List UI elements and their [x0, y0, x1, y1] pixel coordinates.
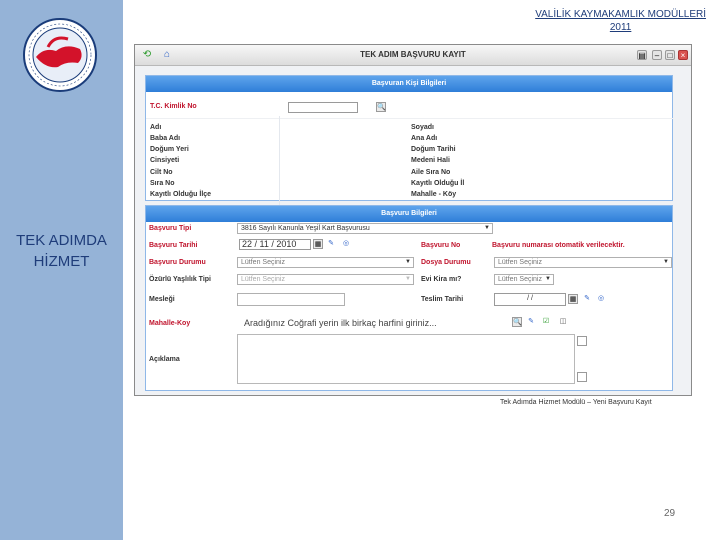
application-status-select[interactable]: Lütfen Seçiniz ▼	[237, 257, 414, 268]
disability-type-select[interactable]: Lütfen Seçiniz ▼	[237, 274, 414, 285]
chevron-down-icon: ▼	[663, 259, 669, 265]
figure-caption: Tek Adımda Hizmet Modülü – Yeni Başvuru …	[500, 399, 652, 406]
village-input[interactable]: Aradığınız Coğrafi yerin ilk birkaç harf…	[242, 316, 510, 330]
disability-type-label: Özürlü Yaşlılık Tipi	[149, 276, 211, 283]
application-number-label: Başvuru No	[421, 242, 461, 249]
application-type-select[interactable]: 3816 Sayılı Kanunla Yeşil Kart Başvurusu…	[237, 223, 493, 234]
applicant-field-label: Kayıtlı Olduğu İlçe	[150, 191, 212, 198]
slide-header: VALİLİK KAYMAKAMLIK MODÜLLERİ 2011	[535, 8, 706, 34]
applicant-field-label: Cilt No	[150, 169, 173, 176]
application-date-input[interactable]: 22 / 11 / 2010	[239, 239, 311, 250]
close-icon[interactable]: ×	[678, 50, 688, 60]
applicant-field-label: Doğum Tarihi	[411, 146, 456, 153]
row-divider	[146, 118, 674, 119]
disability-type-value: Lütfen Seçiniz	[241, 276, 285, 283]
chevron-down-icon: ▼	[484, 225, 490, 231]
slide-header-line1: VALİLİK KAYMAKAMLIK MODÜLLERİ	[535, 9, 706, 20]
rent-value: Lütfen Seçiniz	[498, 276, 542, 283]
application-date-label: Başvuru Tarihi	[149, 242, 198, 249]
applicant-field-label: Kayıtlı Olduğu İl	[411, 180, 465, 187]
applicant-field-label: Cinsiyeti	[150, 157, 180, 164]
delivery-date-input[interactable]: / /	[494, 293, 566, 306]
application-number-value: Başvuru numarası otomatik verilecektir.	[492, 242, 625, 249]
rent-select[interactable]: Lütfen Seçiniz ▼	[494, 274, 554, 285]
search-icon[interactable]: 🔍	[376, 102, 386, 112]
side-title-line1: TEK ADIMDA	[16, 232, 107, 249]
clear-icon[interactable]: ✎	[526, 317, 536, 327]
more-icon[interactable]: ◫	[558, 317, 568, 327]
applicant-info-panel: Başvuran Kişi Bilgileri T.C. Kimlik No 🔍…	[145, 75, 674, 232]
chevron-down-icon: ▼	[405, 276, 411, 282]
applicant-field-label: Soyadı	[411, 124, 434, 131]
applicant-field-label: Mahalle - Köy	[411, 191, 457, 198]
print-icon[interactable]: ▤	[637, 50, 647, 60]
description-label: Açıklama	[149, 356, 180, 363]
applicant-field-label: Doğum Yeri	[150, 146, 189, 153]
chevron-down-icon: ▼	[405, 259, 411, 265]
clear-icon[interactable]: ✎	[326, 239, 336, 249]
delivery-date-label: Teslim Tarihi	[421, 296, 464, 303]
slide-header-line2: 2011	[609, 22, 632, 33]
minimize-icon[interactable]: –	[652, 50, 662, 60]
file-status-select[interactable]: Lütfen Seçiniz ▼	[494, 257, 672, 268]
applicant-field-label: Baba Adı	[150, 135, 181, 142]
window-title: TEK ADIM BAŞVURU KAYIT	[360, 50, 466, 59]
checklist-icon[interactable]: ☑	[541, 317, 551, 327]
chevron-down-icon: ▼	[545, 276, 551, 282]
application-panel-heading: Başvuru Bilgileri	[146, 206, 672, 222]
applicant-field-label: Sıra No	[150, 180, 175, 187]
scroll-up-button[interactable]	[577, 336, 587, 346]
search-icon[interactable]: 🔍	[512, 317, 522, 327]
rent-label: Evi Kira mı?	[421, 276, 462, 283]
calendar-icon[interactable]: ▦	[313, 239, 323, 249]
occupation-label: Mesleği	[149, 296, 175, 303]
applicant-field-label: Ana Adı	[411, 135, 438, 142]
scroll-down-button[interactable]	[577, 372, 587, 382]
file-status-label: Dosya Durumu	[421, 259, 471, 266]
tc-number-label: T.C. Kimlik No	[150, 103, 197, 110]
application-type-value: 3816 Sayılı Kanunla Yeşil Kart Başvurusu	[241, 225, 370, 232]
tc-number-input[interactable]	[288, 102, 358, 113]
application-window: ⟲ ⌂ TEK ADIM BAŞVURU KAYIT ▤ – □ × Başvu…	[134, 44, 692, 396]
today-icon[interactable]: ◎	[341, 239, 351, 249]
calendar-icon[interactable]: ▦	[568, 294, 578, 304]
description-textarea[interactable]	[237, 334, 575, 384]
applicant-field-label: Adı	[150, 124, 162, 131]
occupation-input[interactable]	[237, 293, 345, 306]
application-status-value: Lütfen Seçiniz	[241, 259, 285, 266]
today-icon[interactable]: ◎	[596, 294, 606, 304]
application-info-panel: Başvuru Bilgileri Başvuru Tipi 3816 Sayı…	[145, 205, 673, 391]
file-status-value: Lütfen Seçiniz	[498, 259, 542, 266]
applicant-field-label: Medeni Hali	[411, 157, 450, 164]
applicant-panel-heading: Başvuran Kişi Bilgileri	[146, 76, 672, 92]
window-titlebar: ⟲ ⌂ TEK ADIM BAŞVURU KAYIT ▤ – □ ×	[135, 45, 691, 66]
maximize-icon[interactable]: □	[665, 50, 675, 60]
clear-icon[interactable]: ✎	[582, 294, 592, 304]
side-title-line2: HİZMET	[33, 253, 90, 270]
applicant-field-label: Aile Sıra No	[411, 169, 451, 176]
ministry-logo	[23, 18, 97, 92]
village-label: Mahalle-Koy	[149, 320, 191, 327]
application-status-label: Başvuru Durumu	[149, 259, 206, 266]
page-number: 29	[664, 508, 676, 519]
application-type-label: Başvuru Tipi	[149, 225, 192, 232]
side-title: TEK ADIMDA HİZMET	[0, 230, 123, 272]
slide-side-band: TEK ADIMDA HİZMET	[0, 0, 123, 540]
